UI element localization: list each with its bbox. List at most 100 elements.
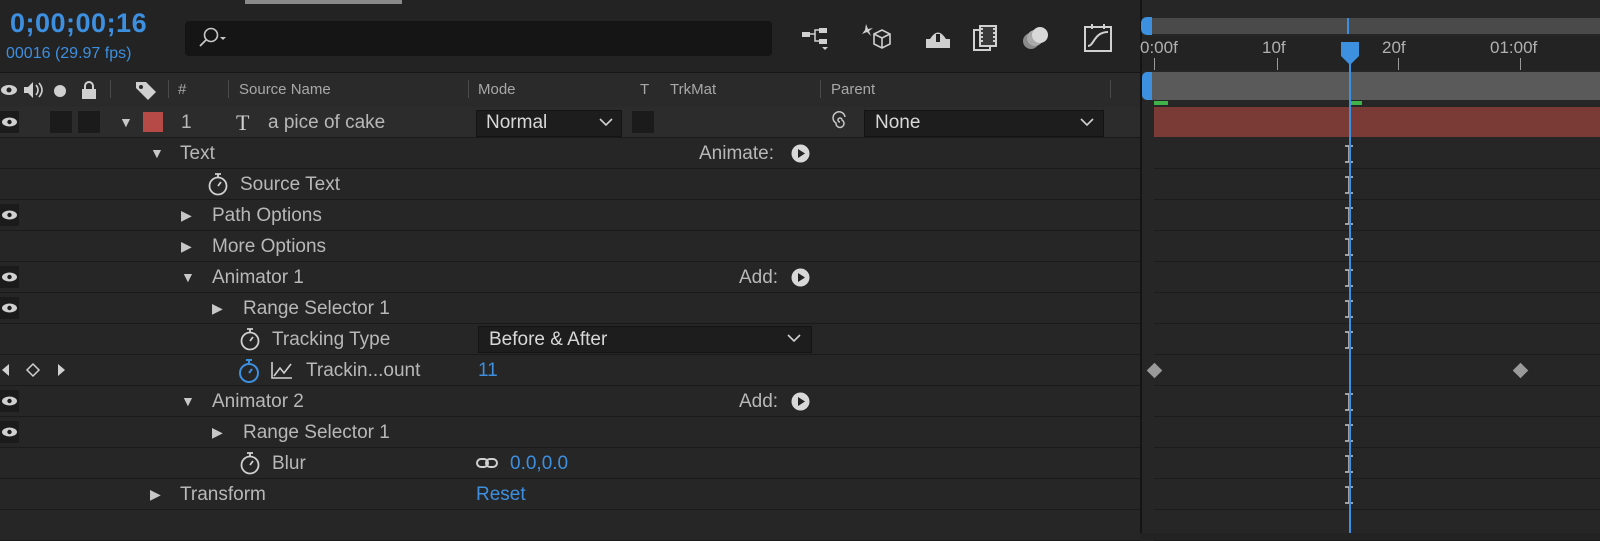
property-row[interactable] xyxy=(0,169,1140,200)
label-tag-icon[interactable] xyxy=(134,80,158,100)
column-t[interactable]: T xyxy=(640,81,649,98)
pick-whip-spiral-icon[interactable] xyxy=(828,111,852,133)
ruler-tick xyxy=(1154,58,1155,70)
property-row[interactable] xyxy=(0,293,1140,324)
property-row[interactable] xyxy=(0,386,1140,417)
navigator-start-handle[interactable] xyxy=(1141,17,1152,35)
more-options-label: More Options xyxy=(212,236,327,257)
animate-menu-label[interactable]: Animate: xyxy=(699,143,774,165)
blur-value[interactable]: 0.0,0.0 xyxy=(510,453,568,475)
chevron-down-icon xyxy=(1080,118,1094,127)
timeline-row xyxy=(1154,479,1600,510)
search-input[interactable] xyxy=(185,21,772,56)
expand-triangle-down-icon[interactable]: ▼ xyxy=(181,393,195,409)
property-row[interactable] xyxy=(0,355,1140,386)
stopwatch-active-icon[interactable] xyxy=(237,358,261,383)
audio-speaker-icon[interactable] xyxy=(22,80,44,100)
chevron-down-icon xyxy=(787,334,801,343)
column-separator xyxy=(1110,80,1111,98)
property-row[interactable] xyxy=(0,448,1140,479)
ruler-label: 10f xyxy=(1262,38,1286,57)
transform-label: Transform xyxy=(180,484,266,505)
solo-switch[interactable] xyxy=(50,111,72,133)
lock-icon[interactable] xyxy=(80,80,98,100)
expand-triangle-down-icon[interactable]: ▼ xyxy=(150,145,164,161)
add-menu-label[interactable]: Add: xyxy=(739,391,778,413)
play-circle-icon[interactable] xyxy=(791,392,810,411)
property-row[interactable] xyxy=(0,200,1140,231)
timeline-row xyxy=(1154,138,1600,169)
motion-blur-icon[interactable] xyxy=(1020,22,1052,54)
text-layer-type-icon: T xyxy=(236,110,250,135)
expand-triangle-right-icon[interactable]: ▶ xyxy=(150,486,161,503)
column-header-bar xyxy=(0,72,1140,108)
property-row[interactable] xyxy=(0,231,1140,262)
column-separator xyxy=(228,80,229,98)
layer-label-color[interactable] xyxy=(143,112,163,132)
playhead-handle[interactable] xyxy=(1339,40,1361,66)
layer-name[interactable]: a pice of cake xyxy=(268,112,385,134)
search-icon[interactable] xyxy=(196,25,232,49)
animator-1-label: Animator 1 xyxy=(212,267,304,288)
tracking-type-label: Tracking Type xyxy=(272,329,391,350)
eye-icon xyxy=(2,210,17,220)
column-number[interactable]: # xyxy=(178,81,186,98)
time-navigator-bar[interactable] xyxy=(1146,18,1600,34)
stopwatch-icon[interactable] xyxy=(239,451,261,475)
flowchart-icon[interactable] xyxy=(800,22,832,54)
empty-row xyxy=(0,510,1140,541)
shy-layers-icon[interactable] xyxy=(922,22,954,54)
expand-triangle-right-icon[interactable]: ▶ xyxy=(212,300,223,317)
column-source-name[interactable]: Source Name xyxy=(239,81,331,98)
timeline-row xyxy=(1154,293,1600,324)
cache-indicator xyxy=(1350,101,1362,105)
add-menu-label[interactable]: Add: xyxy=(739,267,778,289)
property-row[interactable] xyxy=(0,138,1140,169)
expand-triangle-down-icon[interactable]: ▼ xyxy=(119,114,133,130)
stopwatch-icon[interactable] xyxy=(207,172,229,196)
tracking-amount-value[interactable]: 11 xyxy=(478,360,498,382)
property-row[interactable] xyxy=(0,262,1140,293)
eye-icon xyxy=(2,272,17,282)
expand-triangle-right-icon[interactable]: ▶ xyxy=(181,238,192,255)
tab-indicator xyxy=(245,0,402,4)
ruler-label: 0:00f xyxy=(1140,38,1178,57)
lock-switch[interactable] xyxy=(78,111,100,133)
graph-icon[interactable] xyxy=(270,360,294,380)
preserve-transparency-switch[interactable] xyxy=(632,111,654,133)
current-time-display[interactable]: 0;00;00;16 xyxy=(10,8,147,39)
property-row[interactable] xyxy=(0,479,1140,510)
draft-3d-icon[interactable] xyxy=(860,22,892,54)
timeline-row xyxy=(1154,169,1600,200)
chevron-down-icon xyxy=(599,118,613,127)
playhead-line xyxy=(1349,58,1351,533)
work-area-start-handle[interactable] xyxy=(1142,72,1152,100)
keyframe-navigator[interactable] xyxy=(0,362,70,378)
constrain-link-icon[interactable] xyxy=(476,456,498,470)
expand-triangle-right-icon[interactable]: ▶ xyxy=(181,207,192,224)
cache-indicator xyxy=(1154,101,1168,105)
blur-label: Blur xyxy=(272,453,306,474)
video-switch-eye-icon[interactable] xyxy=(0,80,18,100)
mode-value: Normal xyxy=(486,112,548,133)
column-trkmat[interactable]: TrkMat xyxy=(670,81,716,98)
stopwatch-icon[interactable] xyxy=(239,327,261,351)
source-text-label: Source Text xyxy=(240,174,340,195)
transform-reset-link[interactable]: Reset xyxy=(476,484,526,506)
expand-triangle-down-icon[interactable]: ▼ xyxy=(181,269,195,285)
column-mode[interactable]: Mode xyxy=(478,81,516,98)
ruler-tick xyxy=(1277,58,1278,70)
play-circle-icon[interactable] xyxy=(791,268,810,287)
column-parent[interactable]: Parent xyxy=(831,81,875,98)
parent-value: None xyxy=(875,112,921,133)
property-row[interactable] xyxy=(0,417,1140,448)
layer-duration-bar[interactable] xyxy=(1154,107,1600,137)
text-group-label: Text xyxy=(180,143,215,164)
solo-dot-icon[interactable] xyxy=(53,84,67,98)
work-area-bar[interactable] xyxy=(1146,72,1600,100)
expand-triangle-right-icon[interactable]: ▶ xyxy=(212,424,223,441)
frame-blending-icon[interactable] xyxy=(970,22,1002,54)
timeline-row xyxy=(1154,510,1600,541)
play-circle-icon[interactable] xyxy=(791,144,810,163)
graph-editor-icon[interactable] xyxy=(1082,22,1114,54)
